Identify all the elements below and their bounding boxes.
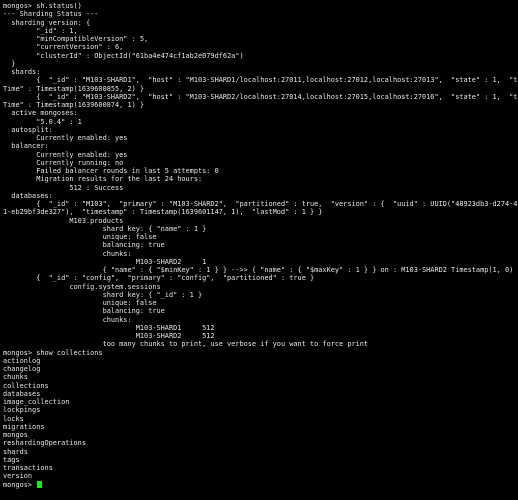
terminal-line: "minCompatibleVersion" : 5,	[3, 35, 149, 43]
terminal-line: unique: false	[3, 233, 157, 241]
terminal-line: chunks:	[3, 315, 132, 324]
prompt-label: mongos>	[3, 480, 37, 489]
terminal-line: image_collection	[3, 398, 70, 406]
terminal-line: tags	[3, 455, 20, 464]
terminal-line: chunks:	[3, 249, 132, 258]
terminal-line: shards	[3, 447, 28, 456]
terminal-line: mongos	[3, 431, 28, 439]
terminal-line: "5.0.4" : 1	[3, 117, 82, 126]
terminal-line: databases	[3, 389, 41, 398]
terminal-line: M103-SHARD1 512	[3, 323, 215, 332]
terminal-line: too many chunks to print, use verbose if…	[3, 340, 369, 349]
terminal-line: "clusterId" : ObjectId("61ba4e474cf1ab2e…	[3, 51, 244, 60]
terminal-line: changelog	[3, 365, 41, 373]
terminal-line: transactions	[3, 464, 53, 472]
terminal-line: databases:	[3, 191, 53, 200]
terminal-line: --- Sharding Status ---	[3, 10, 99, 19]
terminal-line: Time" : Timestamp(1639600874, 1) }	[3, 101, 145, 109]
terminal-line: Migration results for the last 24 hours:	[3, 175, 203, 184]
terminal-line: { "name" : { "$minKey" : 1 } } -->> { "n…	[3, 266, 514, 274]
terminal-line: balancer:	[3, 142, 49, 151]
terminal-line: sharding version: {	[3, 18, 91, 27]
terminal-window[interactable]: mongos> sh.status() --- Sharding Status -…	[0, 0, 518, 500]
terminal-line: { "_id" : "M103-SHARD2", "host" : "M103-…	[3, 92, 518, 101]
terminal-output: mongos> sh.status() --- Sharding Status -…	[3, 2, 518, 481]
terminal-line: M103-SHARD2 1	[3, 257, 207, 266]
terminal-line: Failed balancer rounds in last 5 attempt…	[3, 167, 219, 175]
terminal-line: }	[3, 59, 16, 68]
terminal-line: mongos> sh.status()	[3, 2, 82, 10]
terminal-line: 512 : Success	[3, 183, 124, 192]
terminal-line: config.system.sessions	[3, 282, 161, 291]
terminal-line: migrations	[3, 422, 45, 431]
terminal-line: M103.products	[3, 216, 124, 225]
terminal-line: { "_id" : "config", "primary" : "config"…	[3, 274, 315, 283]
terminal-line: M103-SHARD2 512	[3, 332, 215, 340]
terminal-line: chunks	[3, 373, 28, 382]
terminal-line: { "_id" : "M103-SHARD1", "host" : "M103-…	[3, 76, 518, 85]
terminal-line: lockpings	[3, 406, 41, 415]
command-prompt-line[interactable]: mongos>	[3, 481, 518, 489]
text-cursor	[37, 481, 43, 489]
terminal-line: balancing: true	[3, 307, 165, 316]
terminal-line: shards:	[3, 68, 41, 76]
terminal-line: 1-eb29bf3de327"), "timestamp" : Timestam…	[3, 208, 323, 217]
terminal-line: unique: false	[3, 299, 157, 307]
terminal-line: shard key: { "_id" : 1 }	[3, 290, 203, 299]
terminal-line: mongos> show collections	[3, 348, 103, 357]
terminal-line: Currently enabled: yes	[3, 150, 128, 159]
terminal-line: balancing: true	[3, 241, 165, 250]
terminal-line: autosplit:	[3, 125, 53, 134]
terminal-line: collections	[3, 381, 49, 390]
terminal-line: { "_id" : "M103", "primary" : "M103-SHAR…	[3, 200, 518, 208]
terminal-line: actionlog	[3, 356, 41, 365]
terminal-line: version	[3, 472, 33, 481]
terminal-line: active mongoses:	[3, 109, 78, 118]
terminal-line: reshardingOperations	[3, 439, 86, 448]
terminal-line: locks	[3, 414, 24, 423]
terminal-line: shard key: { "name" : 1 }	[3, 224, 207, 233]
terminal-line: "_id" : 1,	[3, 26, 78, 35]
terminal-line: Currently running: no	[3, 158, 124, 167]
terminal-line: "currentVersion" : 6,	[3, 43, 124, 52]
terminal-line: Time" : Timestamp(1639600855, 2) }	[3, 84, 145, 93]
terminal-line: Currently enabled: yes	[3, 134, 128, 142]
